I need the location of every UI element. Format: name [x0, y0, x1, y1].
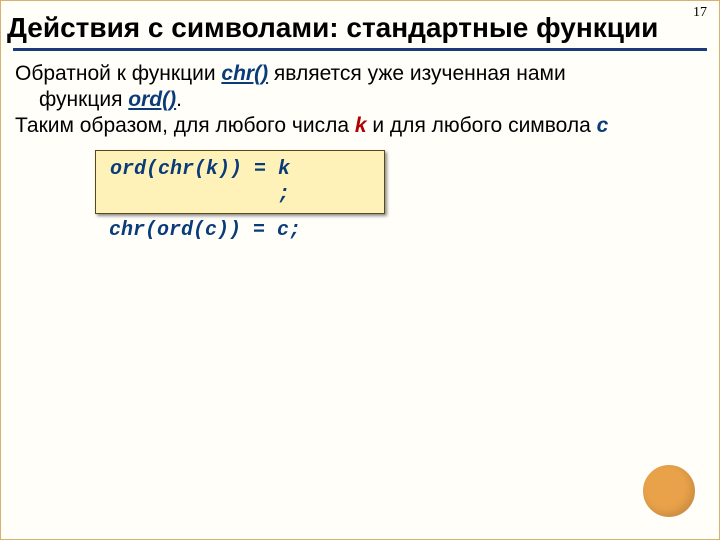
code-line-3: chr(ord(c)) = c; [109, 218, 385, 243]
paragraph-1: Обратной к функции chr() является уже из… [15, 61, 705, 87]
variable-c: c [597, 114, 609, 137]
code-line-2: ; [110, 183, 290, 206]
keyword-ord: ord() [128, 88, 176, 111]
p1-text-2: является уже изученная нами [268, 62, 566, 85]
decorative-circle-icon [641, 463, 697, 519]
body-text: Обратной к функции chr() является уже из… [15, 61, 705, 243]
paragraph-1-line2: функция ord(). [39, 87, 705, 113]
code-block: ord(chr(k)) = k ; chr(ord(c)) = c; [95, 150, 385, 243]
keyword-chr: chr() [221, 62, 268, 85]
p2-text-1: Таким образом, для любого числа [15, 114, 355, 137]
page-number: 17 [693, 5, 707, 21]
slide: 17 Действия с символами: стандартные фун… [0, 0, 720, 540]
title-underline [13, 48, 707, 51]
p1-text-1: Обратной к функции [15, 62, 221, 85]
code-box: ord(chr(k)) = k ; [95, 150, 385, 214]
paragraph-2: Таким образом, для любого числа k и для … [15, 113, 705, 139]
variable-k: k [355, 114, 367, 137]
p1-l2-text-2: . [176, 88, 182, 111]
p1-l2-text-1: функция [39, 88, 128, 111]
slide-title: Действия с символами: стандартные функци… [7, 13, 713, 44]
code-line-1: ord(chr(k)) = k [110, 158, 290, 181]
p2-text-2: и для любого символа [367, 114, 597, 137]
